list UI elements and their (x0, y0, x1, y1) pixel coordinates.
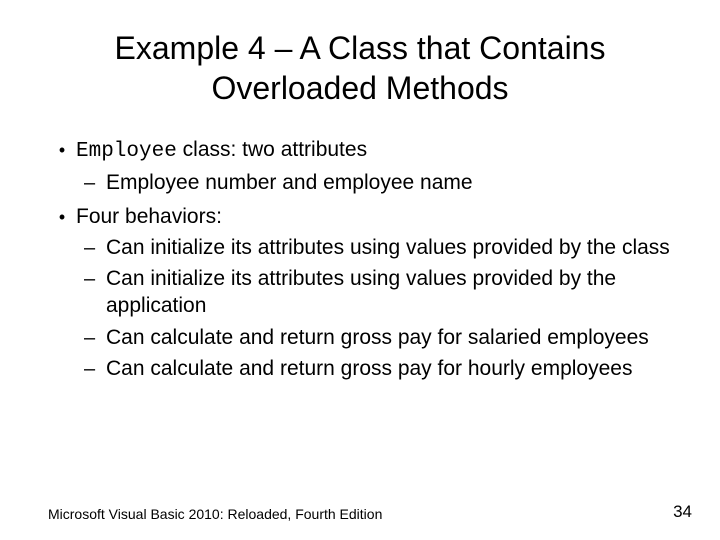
list-item: – Employee number and employee name (48, 169, 672, 196)
bullet-list: • Employee class: two attributes – Emplo… (48, 136, 672, 382)
title-line-1: Example 4 – A Class that Contains (115, 30, 606, 66)
slide-content: • Employee class: two attributes – Emplo… (48, 136, 672, 382)
sub-bullet-text: Can calculate and return gross pay for s… (106, 324, 672, 351)
code-text: Employee (76, 140, 177, 163)
list-item: • Employee class: two attributes – Emplo… (48, 136, 672, 197)
bullet-text: Employee class: two attributes (76, 136, 672, 165)
sub-bullet-text: Can initialize its attributes using valu… (106, 265, 672, 320)
slide-title: Example 4 – A Class that Contains Overlo… (48, 28, 672, 108)
list-item: • Four behaviors: – Can initialize its a… (48, 203, 672, 383)
dash-icon: – (84, 235, 106, 261)
footer-source: Microsoft Visual Basic 2010: Reloaded, F… (48, 506, 382, 522)
list-item: – Can calculate and return gross pay for… (48, 324, 672, 351)
list-item: – Can calculate and return gross pay for… (48, 355, 672, 382)
bullet-icon: • (48, 139, 76, 162)
list-item: – Can initialize its attributes using va… (48, 234, 672, 261)
sub-list: – Can initialize its attributes using va… (48, 234, 672, 382)
page-number: 34 (673, 502, 692, 522)
dash-icon: – (84, 356, 106, 382)
plain-text: class: two attributes (177, 138, 367, 161)
list-item: – Can initialize its attributes using va… (48, 265, 672, 320)
bullet-icon: • (48, 206, 76, 229)
dash-icon: – (84, 266, 106, 292)
bullet-text: Four behaviors: (76, 203, 672, 230)
slide: Example 4 – A Class that Contains Overlo… (0, 0, 720, 382)
title-line-2: Overloaded Methods (211, 70, 508, 106)
sub-bullet-text: Employee number and employee name (106, 169, 672, 196)
sub-list: – Employee number and employee name (48, 169, 672, 196)
sub-bullet-text: Can initialize its attributes using valu… (106, 234, 672, 261)
dash-icon: – (84, 325, 106, 351)
dash-icon: – (84, 170, 106, 196)
sub-bullet-text: Can calculate and return gross pay for h… (106, 355, 672, 382)
